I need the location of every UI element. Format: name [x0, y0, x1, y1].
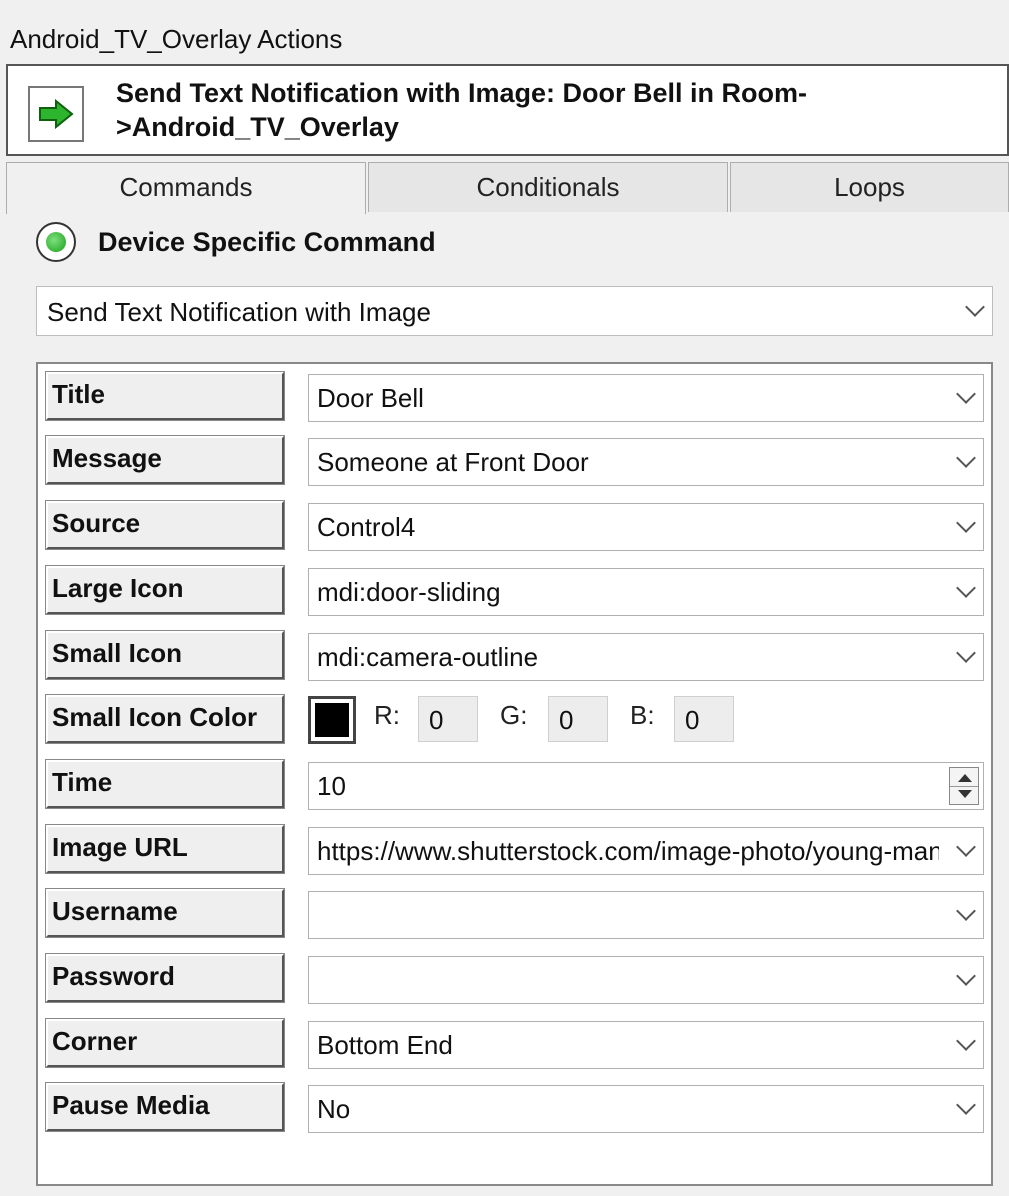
param-small-icon-value: mdi:camera-outline: [317, 642, 539, 672]
param-label-time: Time: [45, 759, 285, 809]
time-spinner[interactable]: [949, 767, 979, 805]
param-title-value: Door Bell: [317, 383, 424, 413]
chevron-down-icon[interactable]: [965, 297, 985, 317]
param-label-username: Username: [45, 888, 285, 938]
action-title: Send Text Notification with Image: Door …: [116, 78, 808, 142]
param-source-field[interactable]: Control4: [308, 503, 984, 551]
param-pause-media-field[interactable]: No: [308, 1085, 984, 1133]
param-label-image-url: Image URL: [45, 824, 285, 874]
chevron-down-icon[interactable]: [956, 1031, 976, 1051]
spin-down-icon[interactable]: [958, 790, 972, 798]
chevron-down-icon[interactable]: [956, 643, 976, 663]
param-password-field[interactable]: [308, 956, 984, 1004]
chevron-down-icon[interactable]: [956, 578, 976, 598]
param-label-title: Title: [45, 371, 285, 421]
param-label-large-icon: Large Icon: [45, 565, 285, 615]
command-dropdown[interactable]: Send Text Notification with Image: [36, 286, 993, 336]
param-message-field[interactable]: Someone at Front Door: [308, 438, 984, 486]
tab-conditionals[interactable]: Conditionals: [368, 162, 728, 212]
param-small-icon-field[interactable]: mdi:camera-outline: [308, 633, 984, 681]
device-specific-command-option[interactable]: Device Specific Command: [36, 220, 436, 264]
red-label: R:: [374, 700, 400, 730]
param-label-password: Password: [45, 953, 285, 1003]
param-label-source: Source: [45, 500, 285, 550]
param-corner-field[interactable]: Bottom End: [308, 1021, 984, 1069]
tab-bar: Commands Conditionals Loops: [6, 162, 1009, 214]
green-label: G:: [500, 700, 528, 730]
chevron-down-icon[interactable]: [956, 384, 976, 404]
execute-arrow-button[interactable]: [28, 86, 84, 142]
window-title: Android_TV_Overlay Actions: [0, 10, 1009, 68]
radio-button[interactable]: [36, 222, 76, 262]
chevron-down-icon[interactable]: [956, 1095, 976, 1115]
param-pause-media-value: No: [317, 1094, 351, 1124]
blue-input[interactable]: 0: [674, 696, 734, 742]
param-time-value: 10: [317, 771, 346, 801]
spin-up-icon[interactable]: [958, 774, 972, 782]
param-title-field[interactable]: Door Bell: [308, 374, 984, 422]
chevron-down-icon[interactable]: [956, 448, 976, 468]
chevron-down-icon[interactable]: [956, 837, 976, 857]
param-time-field[interactable]: 10: [308, 762, 984, 810]
param-corner-value: Bottom End: [317, 1030, 453, 1060]
red-input[interactable]: 0: [418, 696, 478, 742]
radio-selected-dot: [46, 232, 66, 252]
param-source-value: Control4: [317, 512, 416, 542]
blue-label: B:: [630, 700, 655, 730]
param-large-icon-field[interactable]: mdi:door-sliding: [308, 568, 984, 616]
param-username-field[interactable]: [308, 891, 984, 939]
color-swatch: [315, 703, 349, 737]
color-picker-button[interactable]: [308, 696, 356, 744]
param-image-url-value: https://www.shutterstock.com/image-photo…: [317, 836, 939, 866]
param-label-message: Message: [45, 435, 285, 485]
param-large-icon-value: mdi:door-sliding: [317, 577, 501, 607]
param-image-url-field[interactable]: https://www.shutterstock.com/image-photo…: [308, 827, 984, 875]
param-label-small-icon: Small Icon: [45, 630, 285, 680]
command-dropdown-value: Send Text Notification with Image: [47, 297, 431, 327]
action-header: Send Text Notification with Image: Door …: [6, 64, 1009, 156]
param-label-small-icon-color: Small Icon Color: [45, 694, 285, 744]
green-arrow-right-icon: [39, 99, 74, 129]
param-label-corner: Corner: [45, 1018, 285, 1068]
radio-label: Device Specific Command: [98, 226, 436, 257]
tab-loops[interactable]: Loops: [730, 162, 1009, 212]
chevron-down-icon[interactable]: [956, 966, 976, 986]
parameters-panel: Title Door Bell Message Someone at Front…: [36, 362, 993, 1186]
chevron-down-icon[interactable]: [956, 901, 976, 921]
chevron-down-icon[interactable]: [956, 513, 976, 533]
param-message-value: Someone at Front Door: [317, 447, 589, 477]
tab-commands[interactable]: Commands: [6, 162, 366, 214]
green-input[interactable]: 0: [548, 696, 608, 742]
param-label-pause-media: Pause Media: [45, 1082, 285, 1132]
